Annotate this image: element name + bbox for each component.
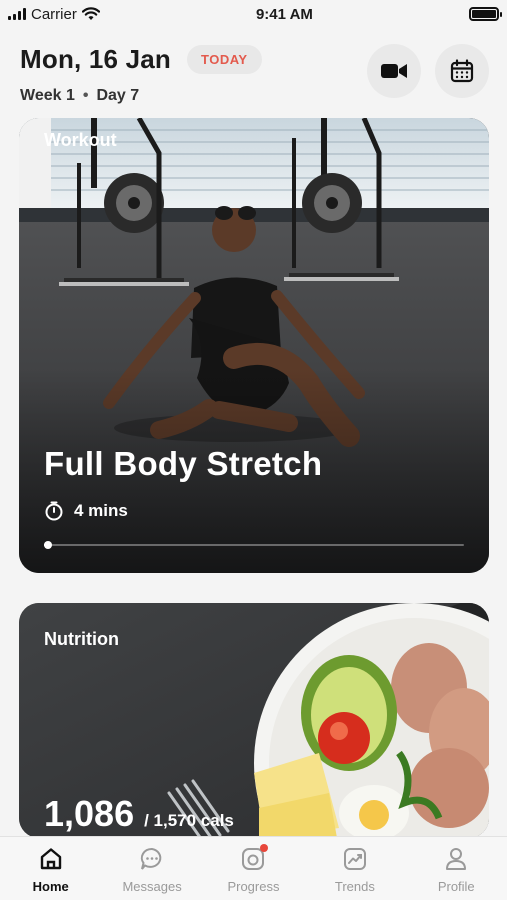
status-left: Carrier	[8, 6, 100, 23]
trend-icon	[341, 845, 369, 873]
tab-messages-label: Messages	[122, 879, 182, 894]
header: Mon, 16 Jan TODAY Week 1 • Day 7	[0, 28, 507, 118]
nutrition-tag: Nutrition	[44, 629, 119, 649]
clock: 9:41 AM	[255, 5, 313, 23]
calorie-summary: 1,086 / 1,570 cals	[44, 793, 234, 835]
video-call-button[interactable]	[367, 44, 421, 98]
home-icon	[37, 845, 65, 873]
status-bar: Carrier 9:41 AM	[0, 0, 507, 28]
wifi-icon	[81, 7, 100, 20]
tab-home[interactable]: Home	[6, 845, 96, 894]
calories-consumed: 1,086	[44, 793, 135, 834]
tab-progress[interactable]: Progress	[208, 844, 298, 894]
workout-duration: 4 mins	[44, 501, 128, 521]
duration-label: 4 mins	[74, 501, 128, 520]
stopwatch-icon	[45, 501, 63, 521]
workout-tag: Workout	[44, 130, 117, 150]
chat-icon	[138, 845, 166, 873]
separator-dot: •	[82, 87, 89, 104]
carrier-label: Carrier	[31, 5, 77, 23]
bottom-tab-bar: Home Messages Progress Trends Profile	[0, 836, 507, 900]
tab-home-label: Home	[32, 879, 69, 894]
tab-progress-label: Progress	[227, 879, 280, 894]
workout-card[interactable]: Workout Full Body Stretch 4 mins	[19, 118, 489, 573]
header-actions	[367, 44, 489, 98]
day-label: Day 7	[96, 87, 140, 104]
tab-profile[interactable]: Profile	[411, 845, 501, 894]
week-label: Week 1	[20, 87, 75, 104]
workout-progress-bar[interactable]	[44, 541, 464, 549]
tab-trends-label: Trends	[334, 879, 375, 894]
calendar-button[interactable]	[435, 44, 489, 98]
workout-title: Full Body Stretch	[44, 445, 323, 482]
video-camera-icon	[381, 64, 407, 78]
calendar-icon	[450, 59, 474, 83]
signal-icon	[8, 8, 26, 20]
battery-icon	[469, 7, 502, 21]
nutrition-card[interactable]: Nutrition 1,086 / 1,570 cals	[19, 603, 489, 838]
calories-goal: / 1,570 cals	[144, 811, 234, 830]
profile-icon	[442, 845, 470, 873]
notification-dot	[260, 844, 269, 852]
today-badge[interactable]: TODAY	[187, 45, 262, 74]
camera-icon	[239, 844, 269, 873]
tab-messages[interactable]: Messages	[107, 845, 197, 894]
page-title: Mon, 16 Jan	[20, 44, 172, 74]
tab-profile-label: Profile	[437, 879, 475, 894]
tab-trends[interactable]: Trends	[310, 845, 400, 894]
